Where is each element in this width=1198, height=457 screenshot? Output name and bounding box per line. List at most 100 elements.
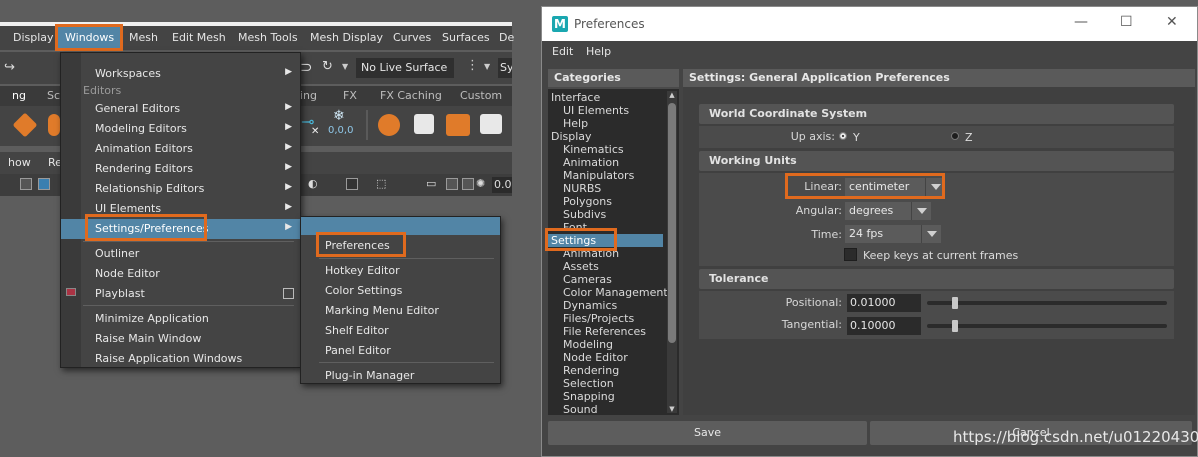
menu-curves[interactable]: Curves — [393, 31, 431, 44]
menu-item-node-editor[interactable]: Node Editor — [61, 264, 300, 284]
category-item[interactable]: Help — [563, 117, 588, 130]
tangential-slider-handle[interactable] — [952, 320, 958, 332]
menu-item-playblast[interactable]: Playblast — [61, 284, 300, 304]
window-titlebar[interactable]: M Preferences — ☐ ✕ — [542, 7, 1197, 41]
time-dropdown[interactable]: 24 fps — [845, 225, 941, 243]
symmetry-field[interactable]: Sy — [498, 58, 512, 78]
scrollbar-thumb[interactable] — [668, 103, 676, 343]
menu-item-minimize-application[interactable]: Minimize Application — [61, 309, 300, 329]
tab-sculpting[interactable]: Sc — [47, 89, 60, 102]
category-item[interactable]: Snapping — [563, 390, 615, 403]
category-item[interactable]: Selection — [563, 377, 614, 390]
category-item[interactable]: File References — [563, 325, 646, 338]
menu-item-raise-application-windows[interactable]: Raise Application Windows — [61, 349, 300, 369]
shelf-diamond-icon[interactable] — [12, 112, 38, 138]
category-item[interactable]: Assets — [563, 260, 599, 273]
save-button[interactable]: Save — [548, 421, 867, 445]
redo-icon[interactable]: ↪ — [4, 60, 15, 75]
shelf-sphere-icon[interactable] — [48, 114, 60, 136]
menu-item-color-settings[interactable]: Color Settings — [301, 281, 500, 301]
menu-item-workspaces[interactable]: Workspaces ▶ — [61, 64, 300, 84]
category-item[interactable]: Modeling — [563, 338, 613, 351]
positional-slider-track[interactable] — [927, 301, 1167, 305]
shading-icon[interactable]: ◐ — [308, 177, 318, 190]
menu-deform[interactable]: De — [499, 31, 514, 44]
chevron-down-icon[interactable]: ▼ — [484, 62, 490, 71]
menu-mesh-display[interactable]: Mesh Display — [310, 31, 383, 44]
live-surface-icon[interactable]: ↻ — [322, 59, 333, 74]
category-item[interactable]: Files/Projects — [563, 312, 634, 325]
category-item[interactable]: Dynamics — [563, 299, 617, 312]
tab-rendering[interactable]: ing — [300, 89, 317, 102]
category-item[interactable]: Color Management — [563, 286, 668, 299]
menu-item-general-editors[interactable]: General Editors ▶ — [61, 99, 300, 119]
live-surface-field[interactable]: No Live Surface — [356, 58, 454, 78]
maximize-icon[interactable]: ☐ — [1120, 14, 1133, 30]
tab-custom[interactable]: Custom — [460, 89, 502, 102]
menu-item-plugin-manager[interactable]: Plug-in Manager — [301, 366, 500, 386]
menu-edit[interactable]: Edit — [552, 45, 573, 58]
menu-edit-mesh[interactable]: Edit Mesh — [172, 31, 226, 44]
categories-scrollbar[interactable]: ▲ ▼ — [667, 91, 677, 413]
option-box-icon[interactable] — [283, 288, 294, 299]
panel-menu-show[interactable]: how — [8, 156, 31, 169]
menu-item-marking-menu-editor[interactable]: Marking Menu Editor — [301, 301, 500, 321]
exposure-field[interactable]: 0.0 — [492, 177, 512, 193]
shelf-close-icon[interactable]: ✕ — [311, 126, 319, 137]
shelf-cubes-icon[interactable] — [446, 114, 470, 136]
menu-item-shelf-editor[interactable]: Shelf Editor — [301, 321, 500, 341]
up-axis-y-radio[interactable] — [839, 132, 847, 140]
menu-item-hotkey-editor[interactable]: Hotkey Editor — [301, 261, 500, 281]
select-camera-icon[interactable] — [20, 178, 32, 190]
magnet-icon[interactable]: ⊃ — [300, 58, 313, 76]
scroll-up-icon[interactable]: ▲ — [668, 91, 676, 99]
up-axis-z-radio[interactable] — [951, 132, 959, 140]
category-item[interactable]: Display — [551, 130, 592, 143]
close-icon[interactable]: ✕ — [1166, 14, 1178, 30]
menu-mesh-tools[interactable]: Mesh Tools — [238, 31, 298, 44]
menu-item-outliner[interactable]: Outliner — [61, 244, 300, 264]
shelf-render-icon[interactable] — [378, 114, 400, 136]
tab-fx[interactable]: FX — [343, 89, 357, 102]
group-tolerance[interactable]: Tolerance — [699, 269, 1174, 289]
grid-toggle-icon[interactable]: ▭ — [426, 177, 436, 190]
menu-item-animation-editors[interactable]: Animation Editors ▶ — [61, 139, 300, 159]
menu-surfaces[interactable]: Surfaces — [442, 31, 490, 44]
menu-help[interactable]: Help — [586, 45, 611, 58]
group-world-coordinate-system[interactable]: World Coordinate System — [699, 104, 1174, 124]
xray-icon[interactable]: ⬚ — [376, 177, 386, 190]
tangential-field[interactable]: 0.10000 — [847, 317, 921, 335]
minimize-icon[interactable]: — — [1074, 14, 1088, 30]
group-working-units[interactable]: Working Units — [699, 151, 1174, 171]
angular-dropdown[interactable]: degrees — [845, 202, 931, 220]
exposure-icon[interactable]: ✺ — [476, 177, 485, 190]
category-item[interactable]: Animation — [563, 156, 619, 169]
scroll-down-icon[interactable]: ▼ — [668, 405, 676, 413]
menu-item-raise-main-window[interactable]: Raise Main Window — [61, 329, 300, 349]
menu-windows-active[interactable]: Windows — [65, 31, 114, 44]
camera-attributes-icon[interactable] — [38, 178, 50, 190]
category-item[interactable]: NURBS — [563, 182, 601, 195]
menu-item-panel-editor[interactable]: Panel Editor — [301, 341, 500, 361]
category-item[interactable]: Polygons — [563, 195, 612, 208]
resolution-gate-icon[interactable] — [446, 178, 458, 190]
category-item[interactable]: Subdivs — [563, 208, 606, 221]
shelf-grid-icon[interactable] — [480, 114, 502, 134]
category-item[interactable]: Kinematics — [563, 143, 624, 156]
category-item[interactable]: Sound — [563, 403, 598, 415]
menu-mesh[interactable]: Mesh — [129, 31, 158, 44]
category-item[interactable]: Cameras — [563, 273, 612, 286]
category-item[interactable]: Manipulators — [563, 169, 634, 182]
shelf-uv-icon[interactable] — [414, 114, 434, 134]
category-item[interactable]: Rendering — [563, 364, 619, 377]
category-item[interactable]: UI Elements — [563, 104, 629, 117]
category-item[interactable]: Node Editor — [563, 351, 628, 364]
menu-item-relationship-editors[interactable]: Relationship Editors ▶ — [61, 179, 300, 199]
menu-item-rendering-editors[interactable]: Rendering Editors ▶ — [61, 159, 300, 179]
tab-rigging[interactable]: ng — [12, 89, 26, 102]
chevron-down-icon[interactable]: ▼ — [342, 62, 348, 71]
isolate-icon[interactable] — [346, 178, 358, 190]
positional-slider-handle[interactable] — [952, 297, 958, 309]
tab-fx-caching[interactable]: FX Caching — [380, 89, 442, 102]
keep-keys-checkbox[interactable] — [844, 248, 857, 261]
